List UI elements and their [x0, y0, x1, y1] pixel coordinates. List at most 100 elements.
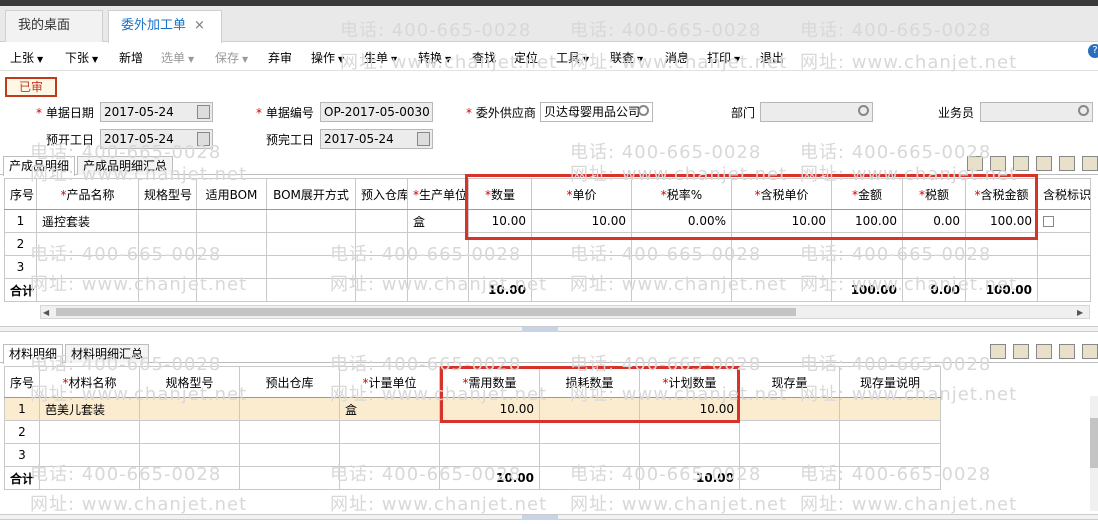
table-cell[interactable] [439, 443, 540, 467]
table-cell[interactable] [639, 443, 740, 467]
scroll-thumb[interactable] [1090, 418, 1098, 468]
table-cell[interactable] [355, 232, 408, 256]
save-layout-icon[interactable] [1082, 344, 1098, 359]
table-cell[interactable] [139, 420, 240, 444]
doc-no-field[interactable]: OP-2017-05-0030 [320, 102, 433, 122]
table-cell[interactable] [139, 443, 240, 467]
toolbar-button-5[interactable]: 弃审 [268, 49, 292, 66]
table-cell[interactable]: 3 [4, 255, 37, 279]
table-cell[interactable] [539, 443, 640, 467]
tab-material-detail[interactable]: 材料明细 [3, 344, 64, 364]
table-cell[interactable]: 芭美儿套装 [39, 397, 140, 421]
table-cell[interactable]: 盒 [339, 397, 440, 421]
table-cell[interactable] [407, 255, 469, 279]
table-cell[interactable] [531, 255, 632, 279]
table-cell[interactable] [196, 232, 267, 256]
dept-field[interactable] [760, 102, 873, 122]
table-cell[interactable] [439, 420, 540, 444]
table-cell[interactable]: 2 [4, 232, 37, 256]
pane-splitter[interactable] [0, 326, 1098, 332]
material-header-cell[interactable]: 损耗数量 [539, 366, 640, 398]
table-cell[interactable] [739, 443, 840, 467]
product-header-cell[interactable]: 规格型号 [138, 178, 197, 210]
tab-my-desktop[interactable]: 我的桌面 [5, 10, 103, 42]
column-settings-icon[interactable] [1059, 156, 1075, 171]
table-row[interactable]: 2 [4, 232, 1091, 256]
table-cell[interactable] [965, 232, 1038, 256]
material-header-cell[interactable]: *计划数量 [639, 366, 740, 398]
toolbar-button-7[interactable]: 生单 ▼ [364, 49, 397, 66]
table-cell[interactable] [39, 443, 140, 467]
table-cell[interactable] [739, 397, 840, 421]
tab-product-summary[interactable]: 产成品明细汇总 [77, 156, 174, 175]
finish-date-field[interactable]: 2017-05-24 [320, 129, 433, 149]
toolbar-button-8[interactable]: 转换 ▼ [418, 49, 451, 66]
product-header-cell[interactable]: *数量 [468, 178, 532, 210]
table-cell[interactable] [739, 420, 840, 444]
table-cell[interactable] [468, 255, 532, 279]
search-icon[interactable] [1078, 105, 1089, 116]
table-cell[interactable] [266, 255, 356, 279]
table-cell[interactable] [138, 209, 197, 233]
table-cell[interactable] [1037, 209, 1091, 233]
table-row[interactable]: 1 芭美儿套装盒 10.00 10.00 [4, 397, 941, 421]
product-header-cell[interactable]: 适用BOM [196, 178, 267, 210]
table-cell[interactable] [407, 232, 469, 256]
table-cell[interactable]: 10.00 [439, 397, 540, 421]
material-header-cell[interactable]: 规格型号 [139, 366, 240, 398]
product-header-cell[interactable]: 序号 [4, 178, 37, 210]
toolbar-button-12[interactable]: 联查 ▼ [610, 49, 643, 66]
table-cell[interactable] [339, 420, 440, 444]
toolbar-button-1[interactable]: 下张 ▼ [65, 49, 98, 66]
table-cell[interactable]: 盒 [407, 209, 469, 233]
table-cell[interactable] [339, 443, 440, 467]
table-row[interactable]: 3 [4, 255, 1091, 279]
table-cell[interactable] [239, 420, 340, 444]
tab-outsourcing-order[interactable]: 委外加工单 × [108, 10, 222, 43]
toolbar-button-14[interactable]: 打印 ▼ [707, 49, 740, 66]
table-cell[interactable]: 1 [4, 209, 37, 233]
material-header-cell[interactable]: *计量单位 [339, 366, 440, 398]
calendar-icon[interactable] [417, 132, 430, 146]
copy-row-icon[interactable] [967, 156, 983, 171]
table-cell[interactable]: 100.00 [831, 209, 903, 233]
table-cell[interactable]: 0.00 [902, 209, 966, 233]
table-cell[interactable] [631, 232, 732, 256]
excel-export-icon[interactable] [1036, 344, 1052, 359]
table-cell[interactable]: 1 [4, 397, 40, 421]
table-cell[interactable]: 遥控套装 [36, 209, 139, 233]
copy-row-icon[interactable] [990, 344, 1006, 359]
table-cell[interactable]: 10.00 [639, 397, 740, 421]
table-cell[interactable] [965, 255, 1038, 279]
calendar-icon[interactable] [197, 105, 210, 119]
tab-product-detail[interactable]: 产成品明细 [3, 156, 76, 176]
toolbar-button-6[interactable]: 操作 ▼ [311, 49, 344, 66]
table-cell[interactable] [138, 232, 197, 256]
toolbar-button-4[interactable]: 保存 ▼ [215, 49, 248, 66]
paste-row-icon[interactable] [1013, 344, 1029, 359]
table-cell[interactable] [139, 397, 240, 421]
product-header-cell[interactable]: *税率% [631, 178, 732, 210]
search-icon[interactable] [638, 105, 649, 116]
table-cell[interactable] [1037, 255, 1091, 279]
table-cell[interactable] [196, 209, 267, 233]
table-cell[interactable]: 0.00% [631, 209, 732, 233]
material-header-cell[interactable]: 现存量 [739, 366, 840, 398]
start-date-field[interactable]: 2017-05-24 [100, 129, 213, 149]
table-cell[interactable] [266, 209, 356, 233]
table-cell[interactable]: 3 [4, 443, 40, 467]
paste-row-icon[interactable] [990, 156, 1006, 171]
table-cell[interactable] [731, 232, 832, 256]
product-header-cell[interactable]: *金额 [831, 178, 903, 210]
scroll-thumb[interactable] [56, 308, 796, 316]
product-header-cell[interactable]: 预入仓库 [355, 178, 408, 210]
table-cell[interactable] [539, 397, 640, 421]
table-cell[interactable]: 10.00 [468, 209, 532, 233]
table-cell[interactable]: 10.00 [731, 209, 832, 233]
table-cell[interactable] [902, 232, 966, 256]
product-header-cell[interactable]: 含税标识 [1037, 178, 1091, 210]
staff-field[interactable] [980, 102, 1093, 122]
tab-material-summary[interactable]: 材料明细汇总 [65, 344, 150, 363]
product-header-cell[interactable]: *单价 [531, 178, 632, 210]
toolbar-button-3[interactable]: 选单 ▼ [161, 49, 194, 66]
